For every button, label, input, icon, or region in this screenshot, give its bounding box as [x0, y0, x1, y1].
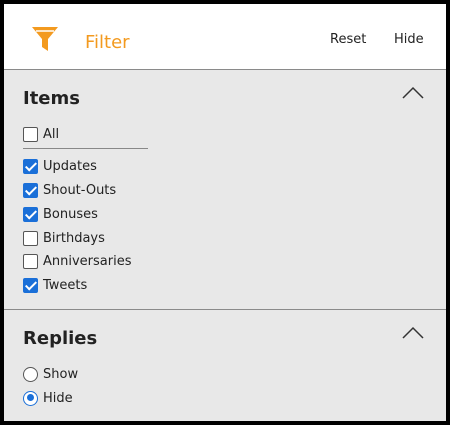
checkbox[interactable] — [23, 277, 38, 293]
checkbox-label: All — [43, 126, 60, 142]
item-anniversaries-checkbox[interactable]: Anniversaries — [23, 252, 132, 270]
hide-button[interactable]: Hide — [394, 32, 424, 48]
reset-button[interactable]: Reset — [330, 32, 366, 48]
replies-hide-radio[interactable]: Hide — [23, 389, 73, 407]
page-title: Filter — [85, 32, 130, 53]
chevron-up-icon[interactable] — [402, 86, 424, 100]
checkbox-label: Updates — [43, 158, 97, 174]
item-shout-outs-checkbox[interactable]: Shout-Outs — [23, 181, 116, 199]
radio-button[interactable] — [23, 390, 38, 406]
divider — [23, 148, 148, 149]
checkbox[interactable] — [23, 230, 38, 246]
checkbox-label: Tweets — [43, 277, 88, 293]
items-section-title: Items — [23, 88, 80, 109]
items-section: Items All Updates Shout-Outs Bonuses Bir… — [4, 71, 446, 310]
replies-section-title: Replies — [23, 328, 98, 349]
checkbox[interactable] — [23, 182, 38, 198]
checkbox-label: Bonuses — [43, 206, 98, 222]
checkbox[interactable] — [23, 206, 38, 222]
checkbox-label: Birthdays — [43, 230, 105, 246]
checkbox-label: Anniversaries — [43, 253, 132, 269]
item-updates-checkbox[interactable]: Updates — [23, 157, 97, 175]
replies-show-radio[interactable]: Show — [23, 365, 78, 383]
radio-button[interactable] — [23, 366, 38, 382]
checkbox-label: Shout-Outs — [43, 182, 117, 198]
item-bonuses-checkbox[interactable]: Bonuses — [23, 205, 98, 223]
radio-label: Hide — [43, 390, 73, 406]
radio-label: Show — [43, 366, 79, 382]
filter-funnel-icon — [32, 27, 58, 51]
filter-header: Filter Reset Hide — [4, 4, 446, 70]
item-tweets-checkbox[interactable]: Tweets — [23, 276, 87, 294]
filter-panel: Filter Reset Hide Items All Updates Shou… — [4, 4, 446, 421]
checkbox[interactable] — [23, 158, 38, 174]
item-birthdays-checkbox[interactable]: Birthdays — [23, 229, 105, 247]
checkbox[interactable] — [23, 126, 38, 142]
checkbox[interactable] — [23, 253, 38, 269]
item-all-checkbox[interactable]: All — [23, 125, 59, 143]
chevron-up-icon[interactable] — [402, 326, 424, 340]
replies-section: Replies Show Hide — [4, 311, 446, 421]
